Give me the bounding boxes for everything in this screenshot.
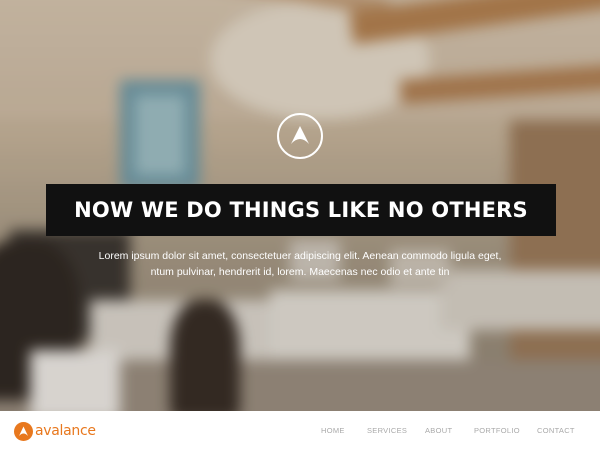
landing-page: NOW WE DO THINGS LIKE NO OTHERS Lorem ip… (0, 0, 600, 450)
nav-item-home[interactable]: HOME (321, 426, 345, 435)
hero-headline: NOW WE DO THINGS LIKE NO OTHERS (74, 198, 528, 222)
nav-item-about[interactable]: ABOUT (425, 426, 452, 435)
nav-menu: HOME SERVICES ABOUT PORTFOLIO CONTACT (0, 426, 600, 438)
headline-banner: NOW WE DO THINGS LIKE NO OTHERS (46, 184, 556, 236)
hero-subtitle-line-2: ntum pulvinar, hendrerit id, lorem. Maec… (150, 266, 450, 278)
hero-section: NOW WE DO THINGS LIKE NO OTHERS Lorem ip… (0, 0, 600, 411)
hero-subtitle: Lorem ipsum dolor sit amet, consectetuer… (80, 248, 520, 280)
main-navbar: avalance HOME SERVICES ABOUT PORTFOLIO C… (0, 411, 600, 450)
nav-item-contact[interactable]: CONTACT (537, 426, 575, 435)
caret-up-circle-icon (277, 113, 323, 159)
hero-subtitle-line-1: Lorem ipsum dolor sit amet, consectetuer… (98, 250, 502, 262)
nav-item-services[interactable]: SERVICES (367, 426, 407, 435)
nav-item-portfolio[interactable]: PORTFOLIO (474, 426, 520, 435)
